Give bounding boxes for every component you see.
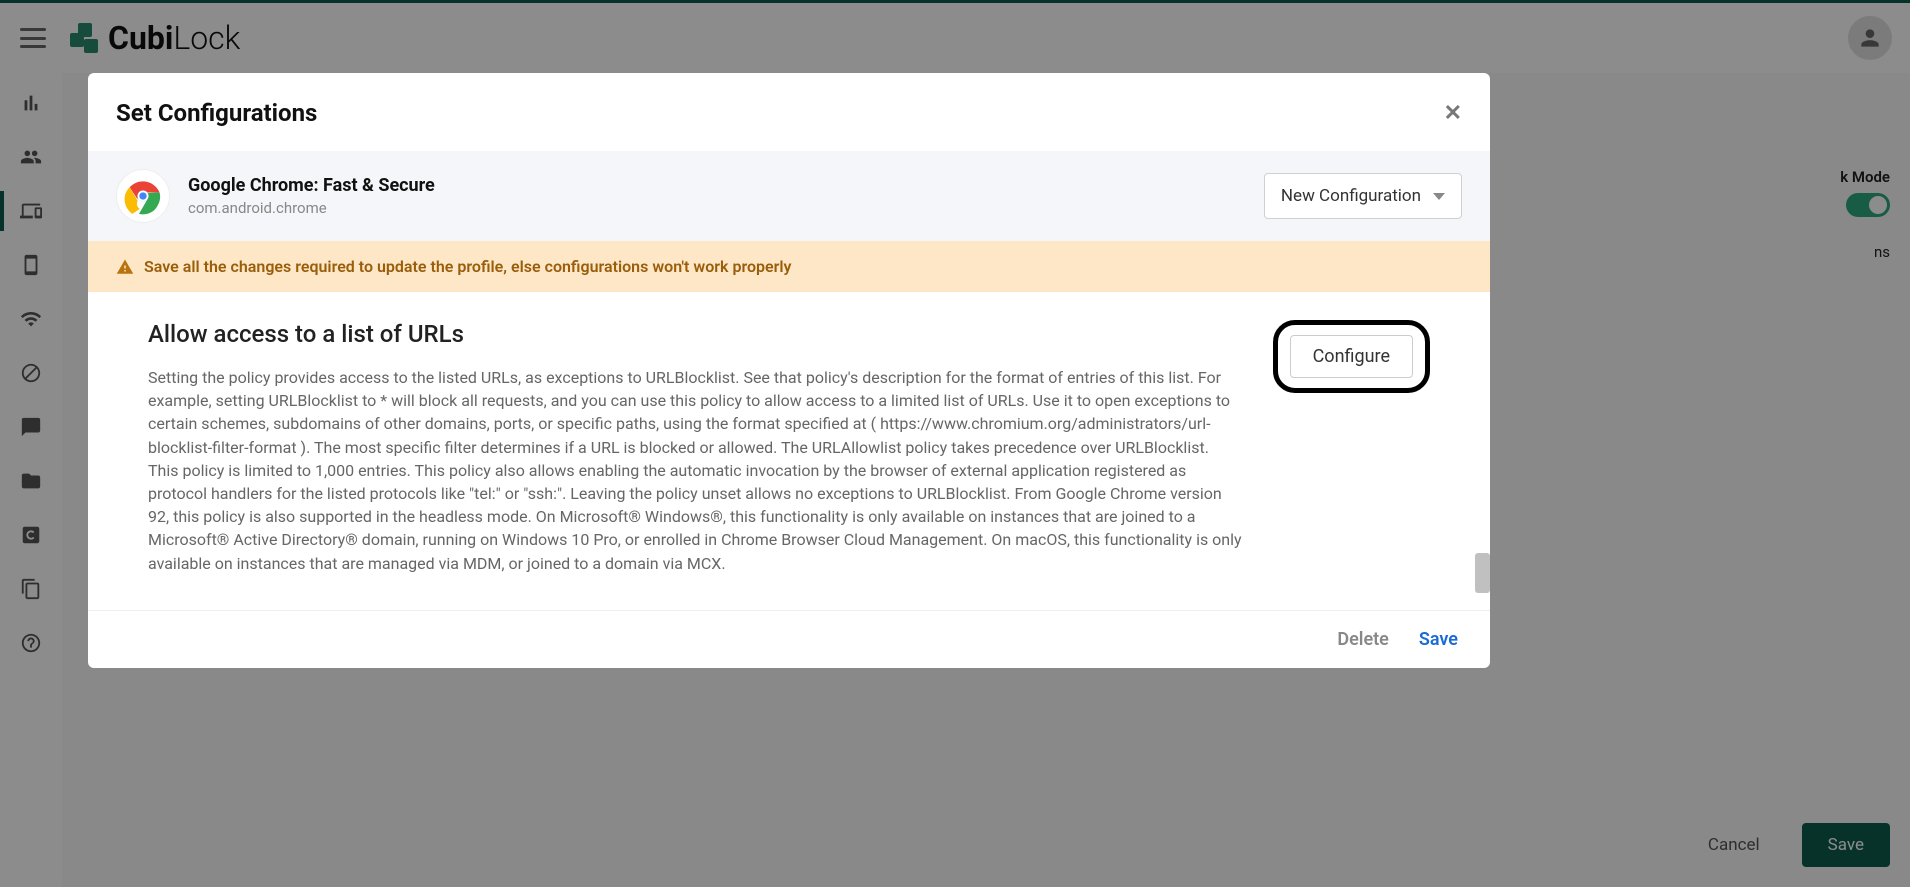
chrome-icon [116,169,170,223]
app-name: Google Chrome: Fast & Secure [188,175,1246,196]
policy-description: Setting the policy provides access to th… [148,366,1243,575]
app-package: com.android.chrome [188,199,1246,217]
warning-bar: Save all the changes required to update … [88,241,1490,292]
set-configurations-modal: Set Configurations ✕ Google Chrome: Fast… [88,73,1490,668]
configure-button[interactable]: Configure [1290,335,1413,378]
scrollbar[interactable] [1475,553,1490,593]
warning-icon [116,258,134,276]
close-icon[interactable]: ✕ [1444,101,1462,126]
chevron-down-icon [1433,193,1445,200]
save-button[interactable]: Save [1419,629,1458,650]
app-row: Google Chrome: Fast & Secure com.android… [88,151,1490,241]
configure-highlight: Configure [1273,320,1430,393]
configuration-select[interactable]: New Configuration [1264,173,1462,219]
warning-text: Save all the changes required to update … [144,257,792,276]
policy-title: Allow access to a list of URLs [148,320,1243,348]
configuration-select-label: New Configuration [1281,186,1421,206]
modal-title: Set Configurations [116,99,317,127]
delete-button[interactable]: Delete [1337,629,1389,650]
